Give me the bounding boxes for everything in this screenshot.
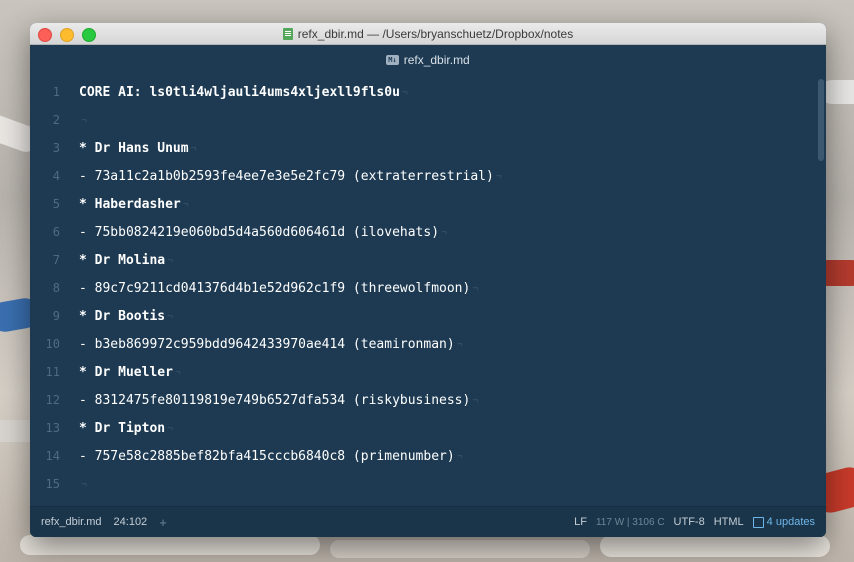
cursor-position[interactable]: 24:102 [114, 516, 148, 528]
line-text: - 757e58c2885bef82bfa415cccb6840c8 (prim… [79, 448, 455, 464]
line-number: 7 [52, 253, 60, 267]
editor-line[interactable]: 16¬ [30, 498, 810, 506]
editor-line[interactable]: 1 CORE AI: ls0tli4wljauli4ums4xljexll9fls… [30, 78, 810, 106]
window-title-group: refx_dbir.md — /Users/bryanschuetz/Dropb… [282, 26, 574, 41]
window-title: refx_dbir.md — /Users/bryanschuetz/Dropb… [297, 26, 574, 41]
editor-line[interactable]: 7 * Dr Molina ¬ [30, 246, 810, 274]
line-number: 5 [52, 197, 60, 211]
backdrop-plane [600, 535, 830, 557]
end-of-line-marker: ¬ [81, 478, 87, 490]
tab-bar: M↓ refx_dbir.md [30, 45, 826, 76]
editor-line[interactable]: 11 * Dr Mueller ¬ [30, 358, 810, 386]
line-text: * Dr Hans Unum [79, 140, 189, 156]
editor-line[interactable]: 2 ¬ [30, 106, 810, 134]
line-text: * Dr Bootis [79, 308, 166, 324]
editor-line[interactable]: 5 * Haberdasher ¬ [30, 190, 810, 218]
end-of-line-marker: ¬ [190, 142, 197, 154]
package-icon [752, 516, 764, 528]
line-text: * Dr Tipton [79, 420, 166, 436]
tab-refx-dbir[interactable]: M↓ refx_dbir.md [386, 53, 470, 67]
editor-line[interactable]: 8 - 89c7c9211cd041376d4b1e52d962c1f9 (thr… [30, 274, 810, 302]
window-controls [38, 28, 96, 42]
line-number: 14 [45, 449, 60, 463]
end-of-line-marker: ¬ [174, 366, 181, 378]
editor-line[interactable]: 14 - 757e58c2885bef82bfa415cccb6840c8 (pr… [30, 442, 810, 470]
vertical-scrollbar[interactable] [818, 79, 824, 161]
editor-line[interactable]: 3 * Dr Hans Unum ¬ [30, 134, 810, 162]
document-icon [282, 27, 293, 40]
zoom-button[interactable] [82, 28, 96, 42]
encoding[interactable]: UTF-8 [674, 516, 705, 528]
line-text: - b3eb869972c959bdd9642433970ae414 (team… [79, 336, 455, 352]
line-number: 1 [52, 85, 60, 99]
line-number: 9 [52, 309, 60, 323]
line-text: - 8312475fe80119819e749b6527dfa534 (risk… [79, 392, 471, 408]
editor-line[interactable]: 6 - 75bb0824219e060bd5d4a560d606461d (ilo… [30, 218, 810, 246]
line-ending[interactable]: LF [574, 516, 587, 528]
tab-label: refx_dbir.md [403, 53, 470, 67]
line-number: 12 [45, 393, 60, 407]
editor-line[interactable]: 15 ¬ [30, 470, 810, 498]
line-text: - 75bb0824219e060bd5d4a560d606461d (ilov… [79, 224, 440, 240]
grammar-selector[interactable]: HTML [714, 516, 744, 528]
backdrop-plane [20, 535, 320, 555]
status-bar: refx_dbir.md 24:102 + LF 117 W | 3106 C … [30, 506, 826, 537]
line-text: - 73a11c2a1b0b2593fe4ee7e3e5e2fc79 (extr… [79, 168, 494, 184]
line-number: 15 [45, 477, 60, 491]
line-text: - 89c7c9211cd041376d4b1e52d962c1f9 (thre… [79, 280, 471, 296]
line-number: 11 [45, 365, 60, 379]
end-of-line-marker: ¬ [182, 198, 189, 210]
end-of-line-marker: ¬ [167, 422, 173, 434]
title-bar[interactable]: refx_dbir.md — /Users/bryanschuetz/Dropb… [30, 23, 826, 45]
end-of-line-marker: ¬ [81, 114, 87, 126]
line-number: 4 [52, 169, 60, 183]
line-number: 10 [45, 337, 60, 351]
line-text: * Haberdasher [79, 196, 181, 212]
status-file-name[interactable]: refx_dbir.md [41, 516, 102, 528]
markdown-icon: M↓ [386, 55, 399, 65]
end-of-line-marker: ¬ [495, 170, 502, 182]
line-number: 3 [52, 141, 60, 155]
updates-label: 4 updates [766, 516, 815, 528]
end-of-line-marker: ¬ [472, 394, 479, 406]
add-icon[interactable]: + [159, 515, 167, 530]
line-number: 13 [45, 421, 60, 435]
line-text: * Dr Mueller [79, 364, 173, 380]
minimize-button[interactable] [60, 28, 74, 42]
line-text: CORE AI: ls0tli4wljauli4ums4xljexll9fls0… [79, 84, 400, 100]
line-text: * Dr Molina [79, 252, 166, 268]
end-of-line-marker: ¬ [167, 310, 173, 322]
word-char-count: 117 W | 3106 C [595, 516, 665, 528]
editor-line[interactable]: 4 - 73a11c2a1b0b2593fe4ee7e3e5e2fc79 (ext… [30, 162, 810, 190]
updates-button[interactable]: 4 updates [752, 516, 815, 528]
line-number: 2 [52, 113, 60, 127]
end-of-line-marker: ¬ [167, 254, 173, 266]
text-editor[interactable]: 1 CORE AI: ls0tli4wljauli4ums4xljexll9fls… [30, 75, 826, 506]
close-button[interactable] [38, 28, 52, 42]
end-of-line-marker: ¬ [401, 86, 408, 98]
editor-line[interactable]: 12 - 8312475fe80119819e749b6527dfa534 (ri… [30, 386, 810, 414]
end-of-line-marker: ¬ [472, 282, 479, 294]
line-number: 6 [52, 225, 60, 239]
editor-line[interactable]: 9 * Dr Bootis ¬ [30, 302, 810, 330]
end-of-line-marker: ¬ [456, 338, 463, 350]
backdrop-plane [330, 540, 590, 558]
editor-line[interactable]: 13 * Dr Tipton ¬ [30, 414, 810, 442]
end-of-line-marker: ¬ [456, 450, 463, 462]
line-number: 8 [52, 281, 60, 295]
editor-line[interactable]: 10 - b3eb869972c959bdd9642433970ae414 (te… [30, 330, 810, 358]
end-of-line-marker: ¬ [441, 226, 447, 238]
editor-window: refx_dbir.md — /Users/bryanschuetz/Dropb… [30, 23, 826, 537]
